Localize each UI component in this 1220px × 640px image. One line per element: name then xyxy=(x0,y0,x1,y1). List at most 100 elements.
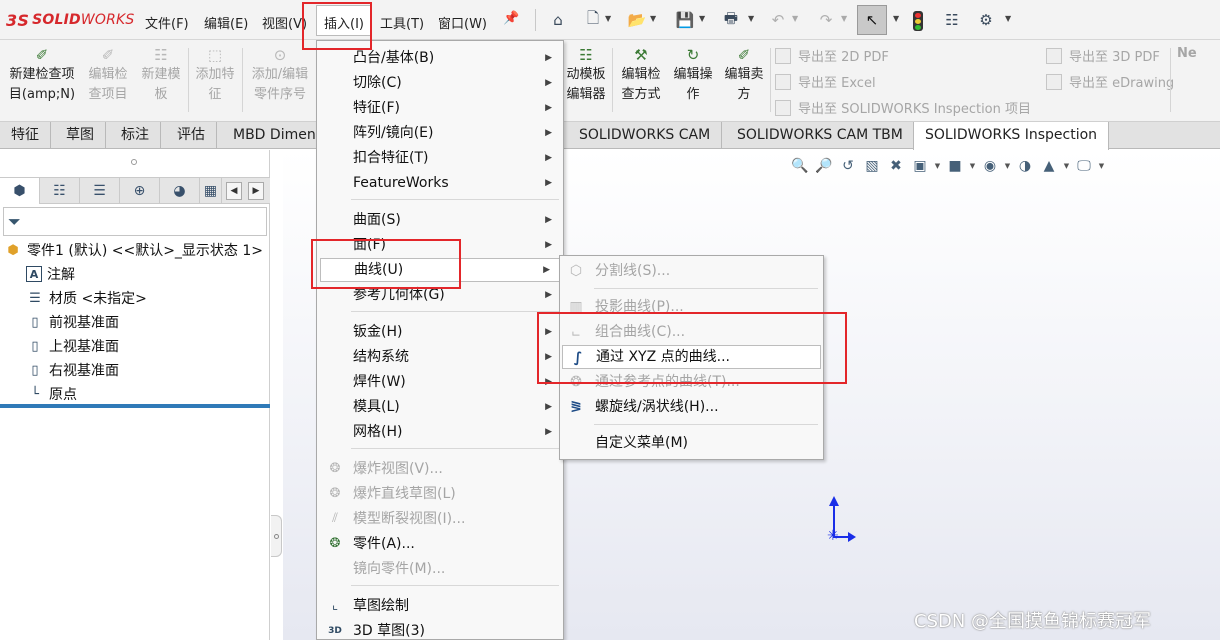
configuration-manager-tab-icon[interactable]: ☰ xyxy=(80,178,120,204)
insert-molds[interactable]: 模具(L) ▶ xyxy=(318,395,562,419)
pin-icon[interactable]: 📌 xyxy=(503,11,519,26)
curve-split-line[interactable]: ⬡ 分割线(S)... xyxy=(561,259,823,283)
template-editor-button[interactable]: ☷ 动模板 编辑器 xyxy=(562,46,610,105)
previous-view-icon[interactable]: ↺ xyxy=(837,155,859,177)
export-edrawing-button[interactable]: 导出至 eDrawing xyxy=(1046,72,1174,91)
redo-icon[interactable]: ↷ xyxy=(816,10,836,30)
tree-item-origin[interactable]: └ 原点 xyxy=(26,384,77,404)
menu-edit[interactable]: 编辑(E) xyxy=(204,13,248,32)
insert-mirror-part[interactable]: 镜向零件(M)... xyxy=(318,557,562,581)
add-characteristic-button[interactable]: ⬚ 添加特 征 xyxy=(190,46,240,105)
tree-item-right-plane[interactable]: ▯ 右视基准面 xyxy=(26,360,119,380)
tab-solidworks-inspection[interactable]: SOLIDWORKS Inspection xyxy=(913,122,1110,150)
rebuild-traffic-light-icon[interactable] xyxy=(913,11,923,31)
insert-part[interactable]: ❂ 零件(A)... xyxy=(318,532,562,556)
chevron-down-icon[interactable]: ▼ xyxy=(792,14,798,23)
chevron-left-icon[interactable]: ◀ xyxy=(226,182,242,200)
edit-inspection-item-button[interactable]: ✐ 编辑检 查项目 xyxy=(82,46,134,105)
panel-grip-icon[interactable] xyxy=(131,159,137,165)
chevron-down-icon[interactable]: ▼ xyxy=(650,14,656,23)
chevron-down-icon[interactable]: ▼ xyxy=(1097,155,1106,177)
tab-features[interactable]: 特征 xyxy=(0,122,51,149)
tree-item-annotations[interactable]: A 注解 xyxy=(26,264,75,284)
print-icon[interactable]: 🖶 xyxy=(721,9,741,30)
insert-pattern-mirror[interactable]: 阵列/镜向(E) ▶ xyxy=(318,121,562,145)
view-orientation-icon[interactable]: ▣ xyxy=(909,155,931,177)
display-style-icon[interactable]: ■ xyxy=(944,155,966,177)
export-excel-button[interactable]: 导出至 Excel xyxy=(775,72,876,91)
chevron-down-icon[interactable]: ▼ xyxy=(1003,155,1012,177)
tree-item-top-plane[interactable]: ▯ 上视基准面 xyxy=(26,336,119,356)
insert-featureworks[interactable]: FeatureWorks ▶ xyxy=(318,171,562,195)
chevron-down-icon[interactable]: ▼ xyxy=(1005,14,1011,23)
insert-explode-line-sketch[interactable]: ❂ 爆炸直线草图(L) xyxy=(318,482,562,506)
menu-view[interactable]: 视图(V) xyxy=(262,13,307,32)
tree-item-material[interactable]: ☰ 材质 <未指定> xyxy=(26,288,147,308)
cam-tab-icon[interactable]: ▦ xyxy=(200,178,222,204)
options-gear-icon[interactable]: ⚙ xyxy=(976,10,996,30)
tab-solidworks-cam[interactable]: SOLIDWORKS CAM xyxy=(568,122,723,149)
filter-funnel-icon[interactable]: ⏷ xyxy=(8,212,21,232)
save-icon[interactable]: 💾 xyxy=(675,10,695,30)
insert-sketch[interactable]: ⌞ 草图绘制 xyxy=(318,594,562,618)
edit-operation-button[interactable]: ↻ 编辑操 作 xyxy=(668,46,718,105)
chevron-down-icon[interactable]: ▼ xyxy=(748,14,754,23)
tab-solidworks-cam-tbm[interactable]: SOLIDWORKS CAM TBM xyxy=(726,122,915,149)
hide-show-items-icon[interactable]: ◉ xyxy=(979,155,1001,177)
tab-sketch[interactable]: 草图 xyxy=(55,122,106,149)
chevron-down-icon[interactable]: ▼ xyxy=(933,155,942,177)
export-3d-pdf-button[interactable]: 导出至 3D PDF xyxy=(1046,46,1160,65)
tab-mbd-dimension[interactable]: MBD Dimen xyxy=(222,122,328,149)
export-2d-pdf-button[interactable]: 导出至 2D PDF xyxy=(775,46,889,65)
menu-window[interactable]: 窗口(W) xyxy=(438,13,487,32)
edit-appearance-icon[interactable]: ◑ xyxy=(1014,155,1036,177)
chevron-down-icon[interactable]: ▼ xyxy=(968,155,977,177)
insert-features[interactable]: 特征(F) ▶ xyxy=(318,96,562,120)
display-manager-tab-icon[interactable]: ◕ xyxy=(160,178,200,204)
insert-surface[interactable]: 曲面(S) ▶ xyxy=(318,208,562,232)
apply-scene-icon[interactable]: ▲ xyxy=(1038,155,1060,177)
view-settings-icon[interactable]: 🖵 xyxy=(1073,155,1095,177)
edit-inspection-method-button[interactable]: ⚒ 编辑检 查方式 xyxy=(615,46,667,105)
new-inspection-item-button[interactable]: ✐ 新建检查项 目(amp;N) xyxy=(4,46,80,105)
new-template-button[interactable]: ☷ 新建模 板 xyxy=(135,46,187,105)
chevron-down-icon[interactable]: ▼ xyxy=(841,14,847,23)
chevron-down-icon[interactable]: ▼ xyxy=(893,14,899,23)
chevron-down-icon[interactable]: ▼ xyxy=(605,14,611,23)
file-properties-icon[interactable]: ☷ xyxy=(942,10,962,30)
insert-fastening-feature[interactable]: 扣合特征(T) ▶ xyxy=(318,146,562,170)
ne-button[interactable]: Ne xyxy=(1177,46,1197,61)
dynamic-annotation-icon[interactable]: ✖ xyxy=(885,155,907,177)
insert-model-break-view[interactable]: ⫽ 模型断裂视图(I)... xyxy=(318,507,562,531)
insert-exploded-view[interactable]: ❂ 爆炸视图(V)... xyxy=(318,457,562,481)
select-cursor-icon[interactable]: ↖ xyxy=(862,10,882,30)
insert-structure-system[interactable]: 结构系统 ▶ xyxy=(318,345,562,369)
dimxpert-tab-icon[interactable]: ⊕ xyxy=(120,178,160,204)
feature-tree-tab-icon[interactable]: ⬢ xyxy=(0,178,40,204)
open-icon[interactable]: 📂 xyxy=(627,10,647,30)
property-manager-tab-icon[interactable]: ☷ xyxy=(40,178,80,204)
edit-vendor-button[interactable]: ✐ 编辑卖 方 xyxy=(720,46,768,105)
undo-icon[interactable]: ↶ xyxy=(768,10,788,30)
curve-customize-menu[interactable]: 自定义菜单(M) xyxy=(561,431,823,455)
rollback-bar[interactable] xyxy=(0,404,270,408)
add-edit-balloon-button[interactable]: ⊙ 添加/编辑 零件序号 xyxy=(245,46,315,105)
tree-root-part[interactable]: ⬢ 零件1 (默认) <<默认>_显示状态 1> xyxy=(4,240,263,260)
insert-3d-sketch[interactable]: 3D 3D 草图(3) xyxy=(318,619,562,640)
tab-evaluate[interactable]: 评估 xyxy=(166,122,217,149)
tree-item-front-plane[interactable]: ▯ 前视基准面 xyxy=(26,312,119,332)
panel-collapse-handle[interactable] xyxy=(271,515,282,557)
export-inspection-project-button[interactable]: 导出至 SOLIDWORKS Inspection 项目 xyxy=(775,98,1031,117)
zoom-to-fit-icon[interactable]: 🔍 xyxy=(789,155,811,177)
chevron-right-icon[interactable]: ▶ xyxy=(248,182,264,200)
home-icon[interactable]: ⌂ xyxy=(548,10,568,30)
new-document-icon[interactable]: 🗋 xyxy=(583,9,603,30)
tab-markup[interactable]: 标注 xyxy=(110,122,161,149)
section-view-icon[interactable]: ▧ xyxy=(861,155,883,177)
curve-helix-spiral[interactable]: ⪜ 螺旋线/涡状线(H)... xyxy=(561,395,823,419)
insert-cut[interactable]: 切除(C) ▶ xyxy=(318,71,562,95)
menu-file[interactable]: 文件(F) xyxy=(145,13,189,32)
menu-tools[interactable]: 工具(T) xyxy=(380,13,424,32)
zoom-to-area-icon[interactable]: 🔎 xyxy=(813,155,835,177)
insert-mesh[interactable]: 网格(H) ▶ xyxy=(318,420,562,444)
